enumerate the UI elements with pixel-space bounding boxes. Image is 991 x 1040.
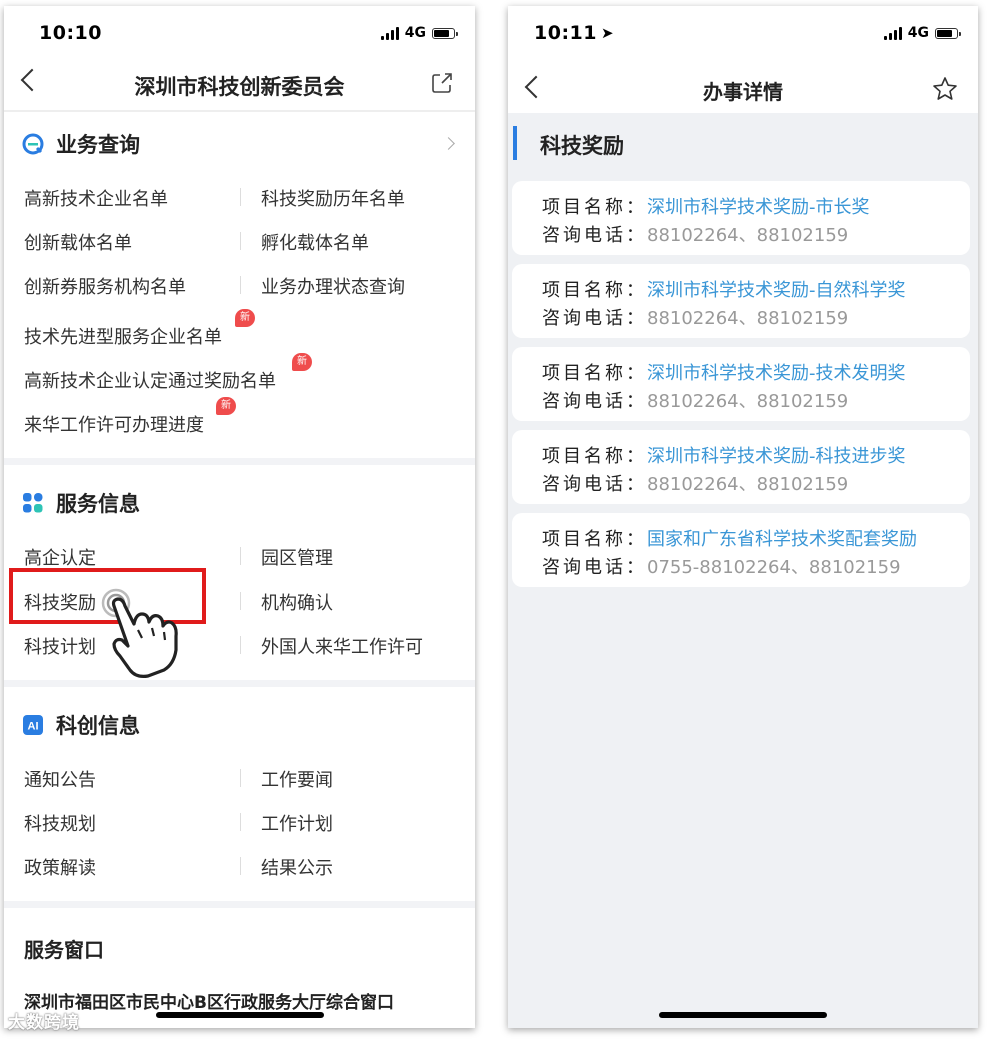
tech-info-item[interactable]: 结果公示 <box>261 854 333 880</box>
tech-info-item[interactable]: 政策解读 <box>24 854 96 880</box>
section-divider <box>4 458 475 465</box>
project-label: 项目名称： <box>542 363 647 384</box>
service-info-header: 服务信息 <box>22 488 140 518</box>
tech-info-header: AI 科创信息 <box>22 710 140 740</box>
new-badge: 新 <box>235 309 255 327</box>
location-arrow-icon: ➤ <box>600 24 615 42</box>
status-time-text: 10:11 <box>534 22 597 44</box>
status-time: 10:10 <box>39 22 102 44</box>
section-divider <box>4 680 475 687</box>
new-badge: 新 <box>292 353 312 371</box>
phone-label: 咨询电话： <box>542 391 647 412</box>
battery-icon <box>935 27 961 39</box>
project-label: 项目名称： <box>542 529 647 550</box>
signal-icon <box>380 26 399 40</box>
phone-label: 咨询电话： <box>542 225 647 246</box>
award-card[interactable]: 项目名称：深圳市科学技术奖励-自然科学奖 咨询电话：88102264、88102… <box>512 264 970 338</box>
query-item-new[interactable]: 来华工作许可办理进度 <box>24 411 204 437</box>
network-label: 4G <box>907 25 929 41</box>
network-label: 4G <box>404 25 426 41</box>
column-divider <box>240 232 241 250</box>
tech-info-item[interactable]: 通知公告 <box>24 766 96 792</box>
ai-icon-text: AI <box>28 721 39 733</box>
status-bar: 10:10 4G <box>4 6 475 58</box>
business-query-title: 业务查询 <box>56 133 140 157</box>
phone-number: 88102264、88102159 <box>647 225 849 246</box>
query-item[interactable]: 业务办理状态查询 <box>261 273 405 299</box>
query-item[interactable]: 创新载体名单 <box>24 229 132 255</box>
award-card[interactable]: 项目名称：国家和广东省科学技术奖配套奖励 咨询电话：0755-88102264、… <box>512 513 970 587</box>
query-item[interactable]: 高新技术企业名单 <box>24 185 168 211</box>
query-item[interactable]: 科技奖励历年名单 <box>261 185 405 211</box>
phone-number: 0755-88102264、88102159 <box>647 557 901 578</box>
query-icon <box>22 133 44 155</box>
award-card[interactable]: 项目名称：深圳市科学技术奖励-科技进步奖 咨询电话：88102264、88102… <box>512 430 970 504</box>
tech-info-item[interactable]: 工作计划 <box>261 810 333 836</box>
project-link[interactable]: 深圳市科学技术奖励-市长奖 <box>647 197 870 218</box>
left-phone-screen: 10:10 4G 深圳市科技创新委员会 业务查询 高新技术企业名单 科技奖励历年… <box>4 6 475 1028</box>
new-badge: 新 <box>216 397 236 415</box>
watermark: 大数跨境 <box>8 1013 80 1033</box>
status-time: 10:11 ➤ <box>534 22 614 44</box>
award-card[interactable]: 项目名称：深圳市科学技术奖励-市长奖 咨询电话：88102264、8810215… <box>512 181 970 255</box>
award-card[interactable]: 项目名称：深圳市科学技术奖励-技术发明奖 咨询电话：88102264、88102… <box>512 347 970 421</box>
service-item[interactable]: 外国人来华工作许可 <box>261 633 423 659</box>
column-divider <box>240 813 241 831</box>
right-phone-screen: 10:11 ➤ 4G 办事详情 科技奖励 项目名称：深圳市科学技术奖励-市长奖 咨… <box>508 6 978 1028</box>
service-item[interactable]: 园区管理 <box>261 544 333 570</box>
phone-label: 咨询电话： <box>542 557 647 578</box>
tap-hand-icon <box>101 588 178 678</box>
service-item[interactable]: 高企认定 <box>24 544 96 570</box>
project-link[interactable]: 深圳市科学技术奖励-科技进步奖 <box>647 446 906 467</box>
column-divider <box>240 592 241 610</box>
column-divider <box>240 547 241 565</box>
query-item-new[interactable]: 技术先进型服务企业名单 <box>24 323 222 349</box>
nav-divider <box>4 110 475 112</box>
query-item[interactable]: 孵化载体名单 <box>261 229 369 255</box>
tech-info-item[interactable]: 工作要闻 <box>261 766 333 792</box>
page-title: 深圳市科技创新委员会 <box>134 75 345 99</box>
column-divider <box>240 769 241 787</box>
battery-icon <box>432 27 458 39</box>
chevron-right-icon[interactable] <box>442 137 455 150</box>
project-link[interactable]: 深圳市科学技术奖励-技术发明奖 <box>647 363 906 384</box>
home-indicator <box>156 1012 324 1018</box>
service-info-title: 服务信息 <box>56 492 140 516</box>
page-title: 办事详情 <box>703 80 783 104</box>
section-accent-bar <box>513 126 517 160</box>
service-item[interactable]: 科技计划 <box>24 633 96 659</box>
service-window-title: 服务窗口 <box>24 938 104 962</box>
business-query-header[interactable]: 业务查询 <box>22 129 140 159</box>
service-item[interactable]: 机构确认 <box>261 589 333 615</box>
favorite-star-icon[interactable] <box>932 76 958 102</box>
share-icon[interactable] <box>431 72 453 94</box>
phone-label: 咨询电话： <box>542 308 647 329</box>
phone-number: 88102264、88102159 <box>647 474 849 495</box>
column-divider <box>240 188 241 206</box>
phone-number: 88102264、88102159 <box>647 308 849 329</box>
column-divider <box>240 276 241 294</box>
project-label: 项目名称： <box>542 197 647 218</box>
status-bar: 10:11 ➤ 4G <box>508 6 978 58</box>
project-link[interactable]: 国家和广东省科学技术奖配套奖励 <box>647 529 917 550</box>
tech-info-item[interactable]: 科技规划 <box>24 810 96 836</box>
column-divider <box>240 857 241 875</box>
section-divider <box>4 901 475 908</box>
phone-label: 咨询电话： <box>542 474 647 495</box>
query-item-new[interactable]: 高新技术企业认定通过奖励名单 <box>24 367 276 393</box>
tech-info-title: 科创信息 <box>56 714 140 738</box>
nav-bar: 深圳市科技创新委员会 <box>4 58 475 112</box>
column-divider <box>240 636 241 654</box>
nav-bar: 办事详情 <box>508 58 978 113</box>
project-link[interactable]: 深圳市科学技术奖励-自然科学奖 <box>647 280 906 301</box>
project-label: 项目名称： <box>542 446 647 467</box>
apps-icon <box>22 492 44 514</box>
signal-icon <box>883 26 902 40</box>
phone-number: 88102264、88102159 <box>647 391 849 412</box>
section-title: 科技奖励 <box>540 134 624 158</box>
query-item[interactable]: 创新券服务机构名单 <box>24 273 186 299</box>
home-indicator <box>659 1012 827 1018</box>
project-label: 项目名称： <box>542 280 647 301</box>
ai-icon: AI <box>22 714 44 736</box>
